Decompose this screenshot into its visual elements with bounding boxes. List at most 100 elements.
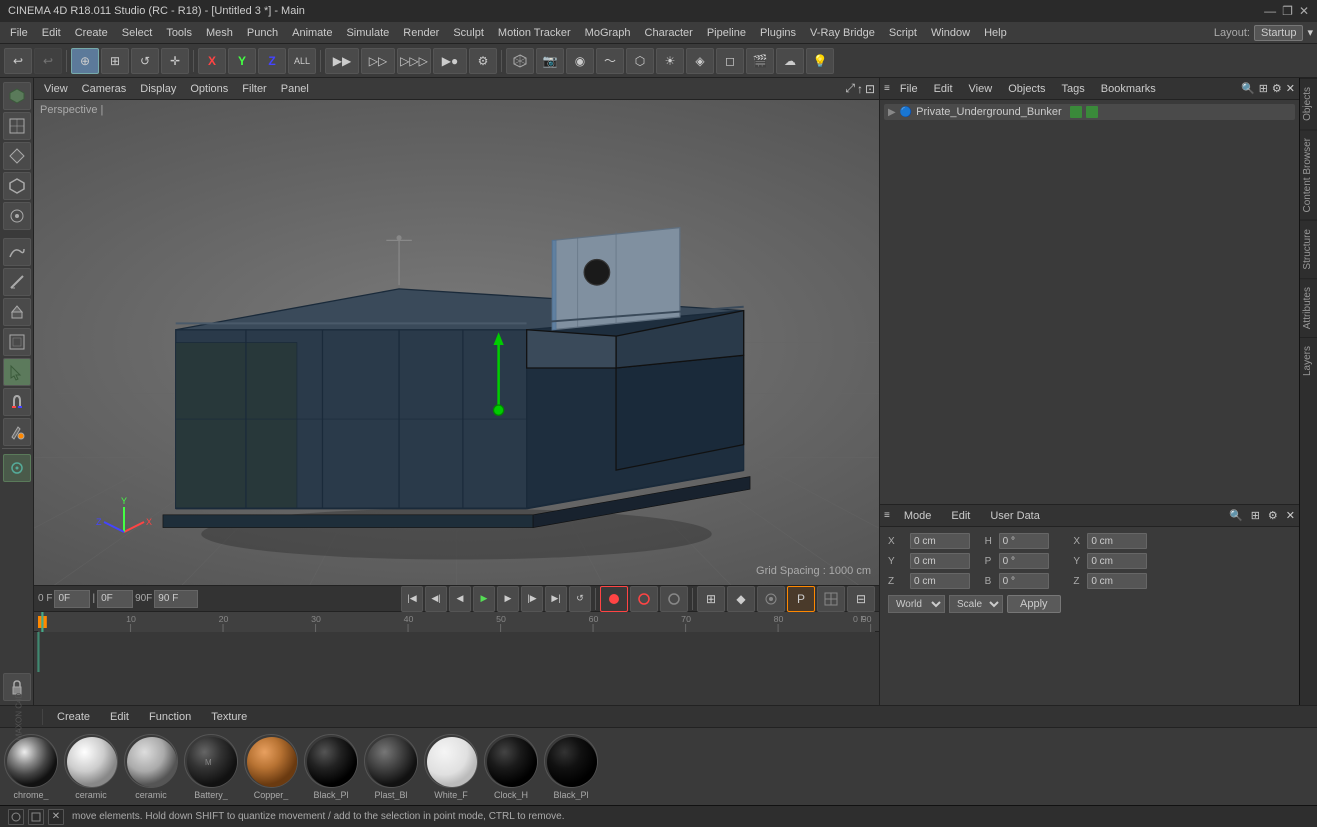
menu-create[interactable]: Create [69, 25, 114, 41]
scale-dropdown[interactable]: Scale Size [949, 595, 1003, 613]
menu-edit[interactable]: Edit [36, 25, 67, 41]
materials-texture-menu[interactable]: Texture [205, 709, 253, 725]
scale-tool-btn[interactable]: ⊞ [101, 48, 129, 74]
vp-menu-filter[interactable]: Filter [236, 81, 272, 97]
material-ball-black1[interactable] [304, 734, 358, 788]
light-btn[interactable]: ☀ [656, 48, 684, 74]
menu-simulate[interactable]: Simulate [340, 25, 395, 41]
end-frame-input[interactable] [154, 590, 198, 608]
material-ball-chrome[interactable] [4, 734, 58, 788]
expand-icon[interactable]: ⤢ [845, 81, 855, 96]
attrs-settings-icon[interactable]: ⚙ [1268, 509, 1278, 522]
auto-key-btn[interactable] [630, 586, 658, 612]
menu-help[interactable]: Help [978, 25, 1013, 41]
record-active-btn[interactable] [600, 586, 628, 612]
interactive-render-btn[interactable]: ▶● [433, 48, 467, 74]
select-tool-btn[interactable]: ✛ [161, 48, 189, 74]
object-list-item[interactable]: ▶ 🔵 Private_Underground_Bunker [884, 104, 1295, 120]
objects-tags-menu[interactable]: Tags [1056, 81, 1091, 97]
vp-menu-cameras[interactable]: Cameras [76, 81, 133, 97]
coord-z-input[interactable] [910, 573, 970, 589]
objects-view-menu[interactable]: View [963, 81, 999, 97]
objects-close-icon[interactable]: ✕ [1286, 82, 1295, 95]
material-ball-ceramic1[interactable] [64, 734, 118, 788]
minimize-btn[interactable]: — [1264, 4, 1276, 18]
menu-script[interactable]: Script [883, 25, 923, 41]
scene-btn[interactable]: 🎬 [746, 48, 774, 74]
objects-expand-icon[interactable]: ⊞ [1259, 82, 1268, 95]
timeline-mode-btn[interactable]: ⊞ [697, 586, 725, 612]
menu-animate[interactable]: Animate [286, 25, 338, 41]
material-ball-copper[interactable] [244, 734, 298, 788]
bulb-btn[interactable]: 💡 [806, 48, 834, 74]
menu-mograph[interactable]: MoGraph [579, 25, 637, 41]
motion-mode-btn[interactable] [757, 586, 785, 612]
frame-input-2[interactable] [97, 590, 133, 608]
edge-mode-btn[interactable] [3, 172, 31, 200]
coord-z-size-input[interactable] [1087, 573, 1147, 589]
attrs-userdata-menu[interactable]: User Data [984, 508, 1046, 524]
vp-menu-panel[interactable]: Panel [275, 81, 315, 97]
undo-btn[interactable]: ↩ [4, 48, 32, 74]
coord-x-size-input[interactable] [1087, 533, 1147, 549]
model-mode-btn[interactable] [3, 82, 31, 110]
coord-b-input[interactable] [999, 573, 1049, 589]
key-mode-btn[interactable]: ◆ [727, 586, 755, 612]
point-mode-btn[interactable] [3, 202, 31, 230]
material-ball-battery[interactable]: M [184, 734, 238, 788]
spline-btn[interactable]: 〜 [596, 48, 624, 74]
sky-btn[interactable]: ☁ [776, 48, 804, 74]
material-ball-plast[interactable] [364, 734, 418, 788]
menu-character[interactable]: Character [639, 25, 699, 41]
far-tab-layers[interactable]: Layers [1300, 337, 1317, 384]
coord-h-input[interactable] [999, 533, 1049, 549]
menu-plugins[interactable]: Plugins [754, 25, 802, 41]
material-item-plast[interactable]: Plast_Bl [364, 734, 418, 800]
axis-z-btn[interactable]: Z [258, 48, 286, 74]
move-tool-btn[interactable]: ⊕ [71, 48, 99, 74]
axis-y-btn[interactable]: Y [228, 48, 256, 74]
material-item-chrome[interactable]: chrome_ [4, 734, 58, 800]
far-tab-structure[interactable]: Structure [1300, 220, 1317, 278]
object-visible-icon[interactable] [1070, 106, 1082, 118]
autokey-mode-btn[interactable]: P [787, 586, 815, 612]
current-frame-input[interactable] [54, 590, 90, 608]
prev-key-btn[interactable]: ◀| [425, 586, 447, 612]
coord-x-input[interactable] [910, 533, 970, 549]
menu-motion-tracker[interactable]: Motion Tracker [492, 25, 577, 41]
far-tab-content-browser[interactable]: Content Browser [1300, 129, 1317, 220]
viewport-settings-icon[interactable]: ⊡ [865, 82, 875, 96]
attrs-close-icon[interactable]: ✕ [1286, 509, 1295, 522]
menu-window[interactable]: Window [925, 25, 976, 41]
subdivide-btn[interactable] [3, 328, 31, 356]
view-cube-btn[interactable] [506, 48, 534, 74]
menu-select[interactable]: Select [116, 25, 159, 41]
coord-y-size-input[interactable] [1087, 553, 1147, 569]
apply-button[interactable]: Apply [1007, 595, 1061, 613]
material-item-ceramic1[interactable]: ceramic [64, 734, 118, 800]
materials-edit-menu[interactable]: Edit [104, 709, 135, 725]
menu-mesh[interactable]: Mesh [200, 25, 239, 41]
paint-btn[interactable] [3, 418, 31, 446]
status-icon-2[interactable] [28, 809, 44, 825]
next-key-btn[interactable]: |▶ [521, 586, 543, 612]
menu-render[interactable]: Render [397, 25, 445, 41]
objects-bookmarks-menu[interactable]: Bookmarks [1095, 81, 1162, 97]
display-btn[interactable]: ◻ [716, 48, 744, 74]
material-item-black1[interactable]: Black_Pl [304, 734, 358, 800]
polygon-mode-btn[interactable] [3, 142, 31, 170]
vp-menu-view[interactable]: View [38, 81, 74, 97]
close-btn[interactable]: ✕ [1299, 4, 1309, 18]
material-ball-black2[interactable] [544, 734, 598, 788]
material-item-battery[interactable]: M Battery_ [184, 734, 238, 800]
selection-tool-btn[interactable] [3, 358, 31, 386]
object-render-icon[interactable] [1086, 106, 1098, 118]
timeline-track[interactable] [34, 632, 879, 705]
render-btn[interactable]: ▷▷▷ [397, 48, 431, 74]
materials-function-menu[interactable]: Function [143, 709, 197, 725]
attrs-search-icon[interactable]: 🔍 [1229, 509, 1243, 522]
param-btn[interactable] [817, 586, 845, 612]
camera-btn[interactable]: 📷 [536, 48, 564, 74]
search-icon[interactable]: 🔍 [1241, 82, 1255, 95]
mesh-mode-btn[interactable] [3, 112, 31, 140]
